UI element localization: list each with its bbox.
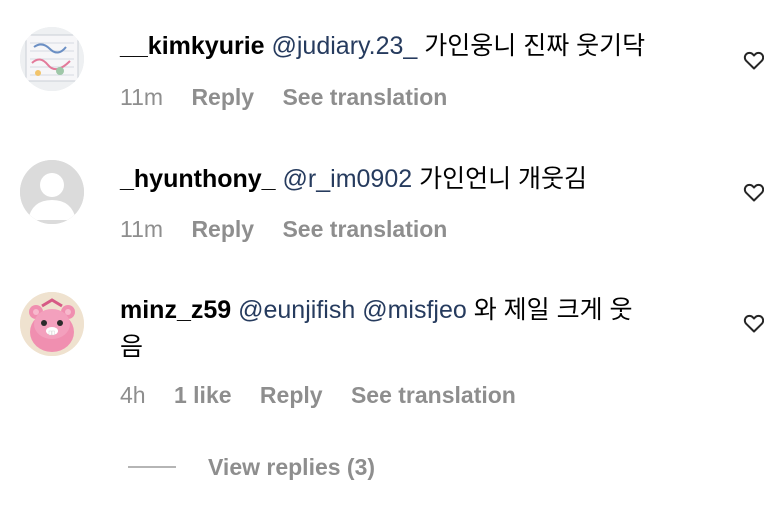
comment-body: 음: [120, 333, 144, 361]
see-translation-button[interactable]: See translation: [351, 382, 516, 408]
comment-1: __kimkyurie @judiary.23_ 가인웅니 진짜 웃기닥 11m…: [0, 0, 764, 130]
see-translation-button[interactable]: See translation: [282, 84, 447, 110]
likes-count[interactable]: 1 like: [174, 382, 232, 408]
username[interactable]: __kimkyurie: [120, 32, 265, 60]
timestamp: 11m: [120, 216, 164, 242]
comment-text: __kimkyurie @judiary.23_ 가인웅니 진짜 웃기닥: [120, 30, 645, 62]
timestamp: 11m: [120, 84, 164, 110]
reply-button[interactable]: Reply: [191, 216, 254, 242]
reply-button[interactable]: Reply: [260, 382, 323, 408]
mention-link[interactable]: @judiary.23_: [272, 32, 418, 60]
comment-text: _hyunthony_ @r_im0902 가인언니 개웃김: [120, 163, 587, 195]
mention-link[interactable]: @eunjifish: [238, 296, 355, 324]
comment-body: 가인언니 개웃김: [419, 165, 588, 193]
comment-text: minz_z59 @eunjifish @misfjeo 와 제일 크게 웃: [120, 294, 633, 326]
heart-icon[interactable]: [742, 180, 764, 204]
comment-meta: 4h 1 like Reply See translation: [120, 382, 538, 409]
comment-meta: 11m Reply See translation: [120, 84, 469, 111]
mention-link[interactable]: @misfjeo: [362, 296, 467, 324]
timestamp: 4h: [120, 382, 146, 408]
mention-link[interactable]: @r_im0902: [283, 165, 413, 193]
see-translation-button[interactable]: See translation: [282, 216, 447, 242]
view-replies-button[interactable]: View replies (3): [128, 452, 375, 482]
avatar[interactable]: [20, 292, 84, 356]
view-replies-label: View replies (3): [208, 453, 376, 480]
heart-icon[interactable]: [742, 311, 764, 335]
comment-body: 가인웅니 진짜 웃기닥: [424, 32, 646, 60]
avatar[interactable]: [20, 27, 84, 91]
divider: [128, 466, 176, 468]
comment-text-continued: 음: [120, 331, 143, 363]
username[interactable]: _hyunthony_: [120, 165, 276, 193]
avatar[interactable]: [20, 160, 84, 224]
comment-3: minz_z59 @eunjifish @misfjeo 와 제일 크게 웃 음…: [0, 260, 764, 430]
comment-meta: 11m Reply See translation: [120, 216, 469, 243]
comment-2: _hyunthony_ @r_im0902 가인언니 개웃김 11m Reply…: [0, 130, 764, 260]
reply-button[interactable]: Reply: [191, 84, 254, 110]
heart-icon[interactable]: [742, 48, 764, 72]
comment-body: 와 제일 크게 웃: [473, 296, 633, 324]
username[interactable]: minz_z59: [120, 296, 231, 324]
